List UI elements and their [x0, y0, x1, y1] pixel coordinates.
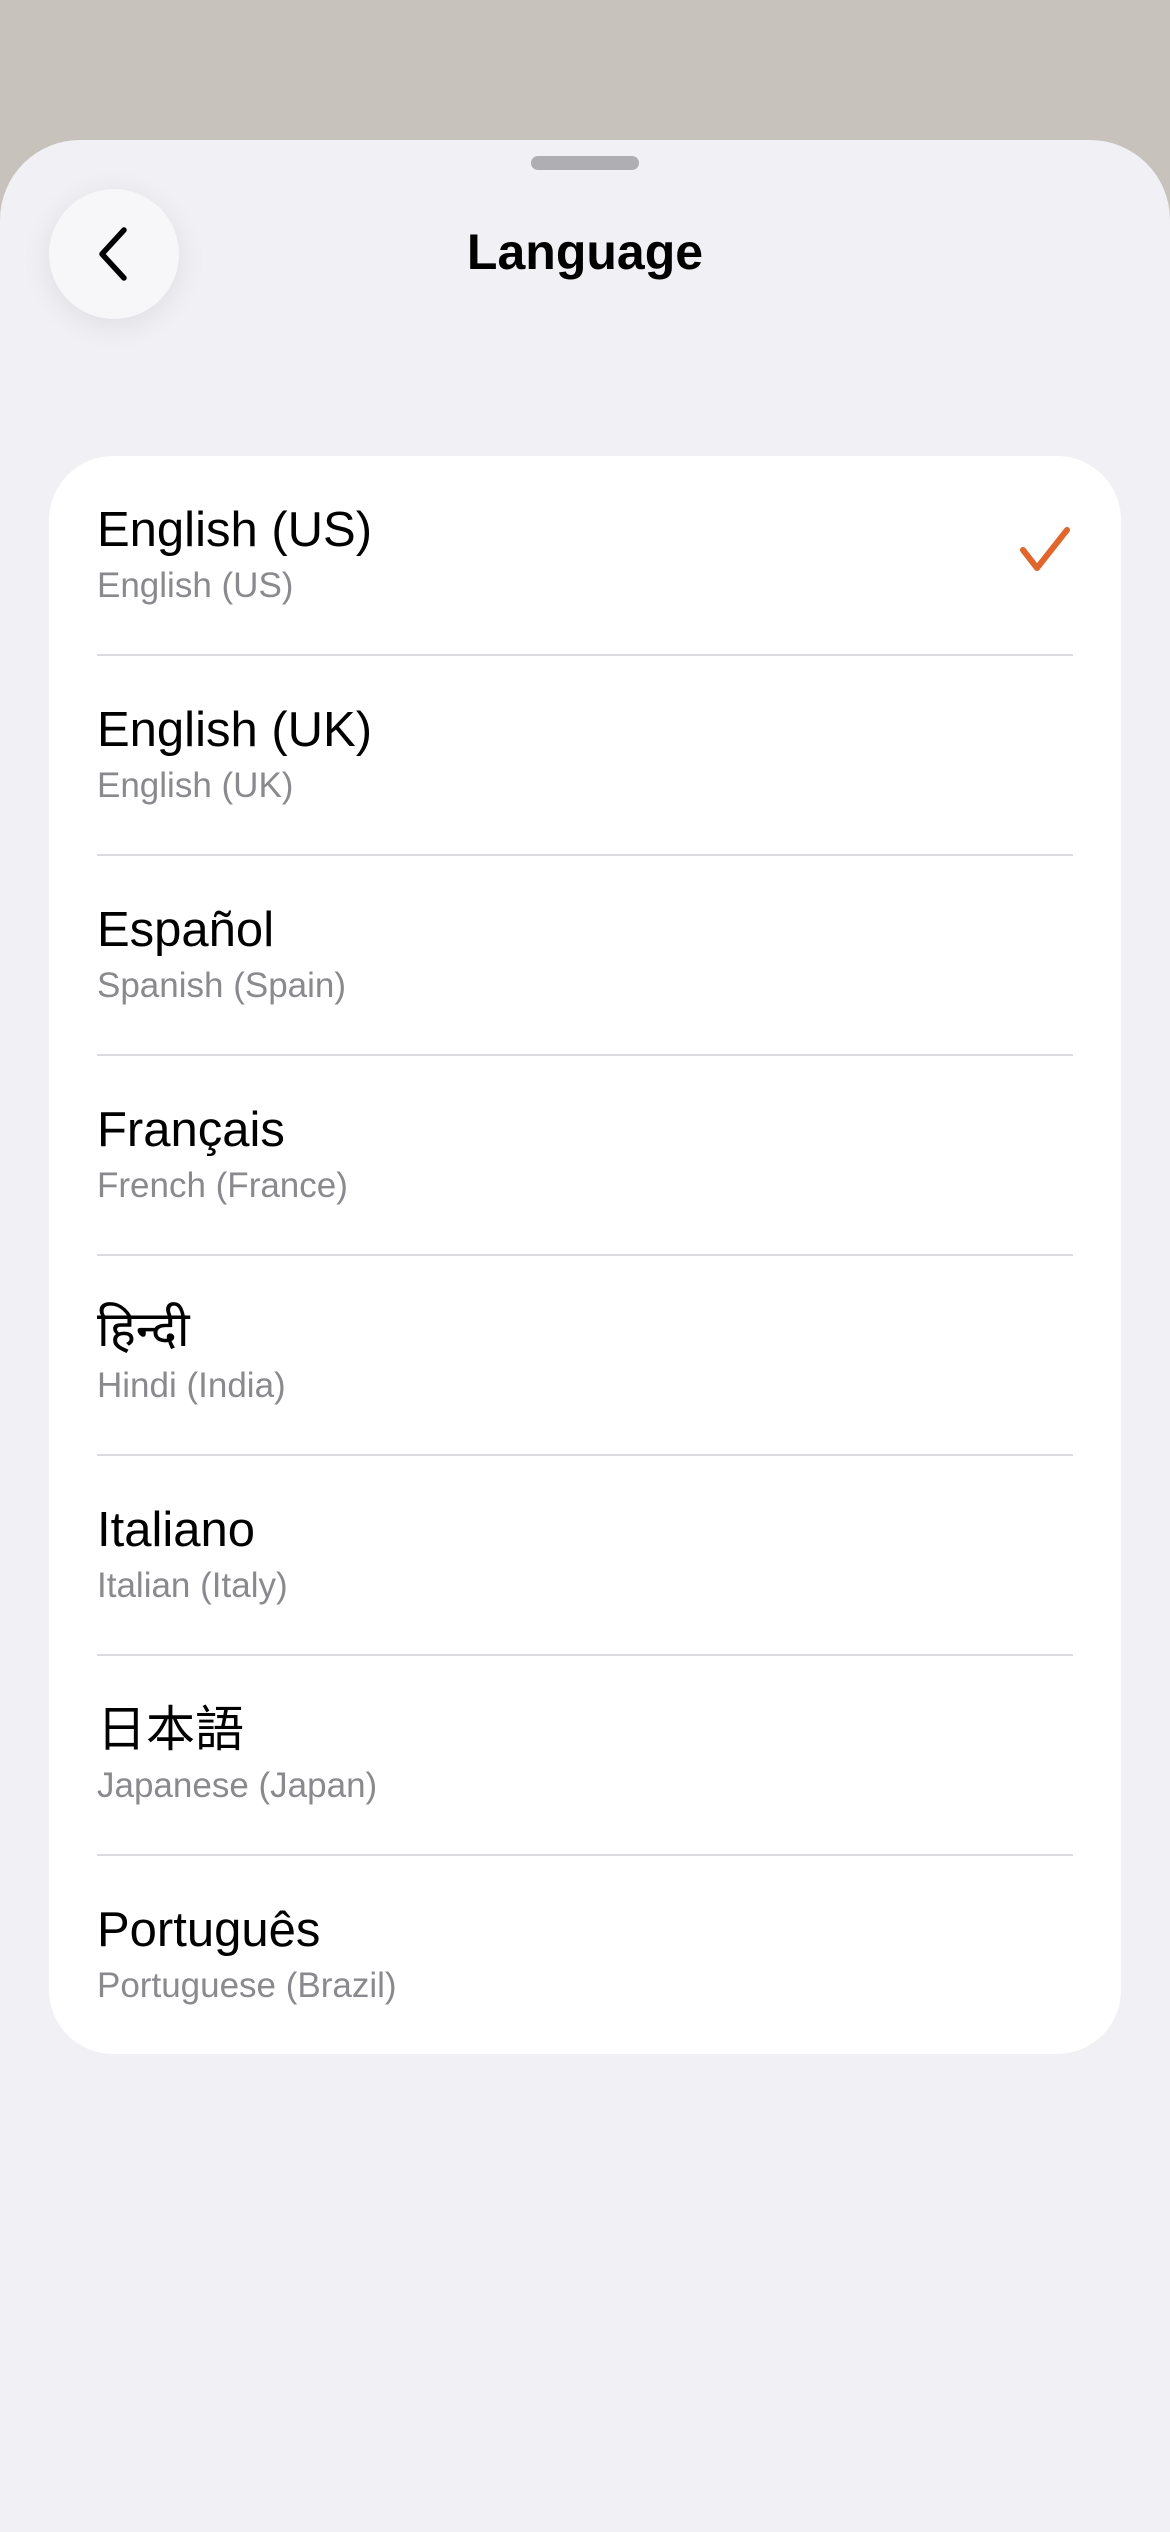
language-subtitle: Spanish (Spain)	[97, 966, 347, 1005]
language-subtitle: Hindi (India)	[97, 1366, 286, 1405]
language-subtitle: English (UK)	[97, 766, 294, 805]
language-subtitle: Portuguese (Brazil)	[97, 1966, 397, 2005]
language-name: English (UK)	[97, 703, 373, 757]
language-option-italiano[interactable]: Italiano Italian (Italy)	[49, 1456, 1121, 1656]
language-option-hindi[interactable]: हिन्दी Hindi (India)	[49, 1256, 1121, 1456]
language-option-francais[interactable]: Français French (France)	[49, 1056, 1121, 1256]
language-option-portugues[interactable]: Português Portuguese (Brazil)	[49, 1856, 1121, 2054]
sheet-grabber[interactable]	[531, 156, 639, 170]
language-name: हिन्दी	[97, 1303, 190, 1357]
language-subtitle: English (US)	[97, 566, 294, 605]
language-list: English (US) English (US) English (UK) E…	[49, 456, 1121, 2054]
language-name: Français	[97, 1103, 285, 1157]
page-title: Language	[466, 224, 704, 280]
language-name: Italiano	[97, 1503, 256, 1557]
language-subtitle: French (France)	[97, 1166, 348, 1205]
language-name: 日本語	[97, 1703, 245, 1757]
language-name: Español	[97, 903, 275, 957]
language-name: Português	[97, 1903, 321, 1957]
language-name: English (US)	[97, 503, 373, 557]
language-option-english-uk[interactable]: English (UK) English (UK)	[49, 656, 1121, 856]
language-option-english-us[interactable]: English (US) English (US)	[49, 456, 1121, 656]
language-sheet: Language English (US) English (US) Engli…	[0, 140, 1170, 2532]
language-option-japanese[interactable]: 日本語 Japanese (Japan)	[49, 1656, 1121, 1856]
language-option-espanol[interactable]: Español Spanish (Spain)	[49, 856, 1121, 1056]
language-subtitle: Japanese (Japan)	[97, 1766, 378, 1805]
checkmark-icon	[1020, 527, 1070, 571]
language-subtitle: Italian (Italy)	[97, 1566, 288, 1605]
